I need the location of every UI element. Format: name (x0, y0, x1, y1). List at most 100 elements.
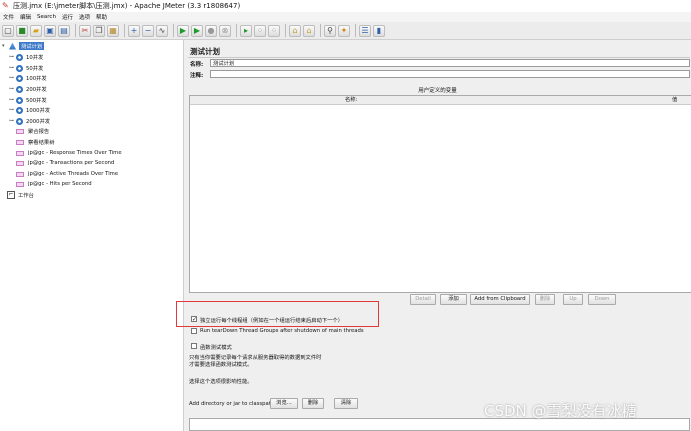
toolbar-separator (173, 24, 174, 37)
menu-help[interactable]: 帮助 (93, 13, 110, 21)
listener-chart-icon (16, 139, 24, 146)
window-title: 压测.jmx (E:\jmeter脚本\压测.jmx) - Apache JMe… (13, 2, 241, 10)
jmeter-feather-icon: ✎ (2, 1, 9, 10)
functional-note-2: 才需要选择函数测试模式。 (189, 362, 253, 368)
toggle-icon[interactable]: ∿ (156, 24, 168, 37)
tree-node-thread-group[interactable]: ⊶ 200并发 (9, 84, 47, 94)
search-icon[interactable]: ⚲ (324, 24, 336, 37)
menu-search[interactable]: Search (34, 14, 59, 20)
delete-button[interactable]: 删除 (535, 294, 555, 305)
name-label: 名称: (190, 62, 204, 68)
test-plan-panel: 测试计划 名称: 测试计划 注释: 用户定义的变量 名称: 值 Detail 添… (184, 40, 691, 431)
start-no-pause-icon[interactable]: ▶ (191, 24, 203, 37)
copy-icon[interactable]: ❐ (93, 24, 105, 37)
menu-run[interactable]: 运行 (59, 13, 76, 21)
thread-group-icon (16, 106, 23, 114)
menu-bar: 文件 编辑 Search 运行 选项 帮助 (0, 12, 691, 22)
tree-node-thread-group[interactable]: ⊶ 2000并发 (9, 116, 50, 126)
up-button[interactable]: Up (563, 294, 583, 305)
toolbar-separator (75, 24, 76, 37)
listener-chart-icon (16, 160, 24, 167)
comment-label: 注释: (190, 73, 204, 79)
function-helper-icon[interactable]: ☰ (359, 24, 371, 37)
tree-node-listener[interactable]: 聚合报告 (16, 126, 49, 136)
menu-edit[interactable]: 编辑 (17, 13, 34, 21)
classpath-delete-button[interactable]: 删除 (302, 398, 324, 409)
variables-table[interactable]: 名称: 值 (189, 95, 691, 293)
classpath-clear-button[interactable]: 清除 (334, 398, 358, 409)
add-from-clipboard-button[interactable]: Add from Clipboard (470, 294, 530, 305)
tree-node-thread-group[interactable]: ⊶ 500并发 (9, 95, 47, 105)
expand-toggle-icon[interactable]: ⊶ (9, 75, 14, 81)
thread-group-icon (16, 74, 23, 82)
teardown-label: Run tearDown Thread Groups after shutdow… (200, 328, 364, 334)
tree-node-thread-group[interactable]: ⊶ 50并发 (9, 63, 43, 73)
functional-mode-label: 函数测试模式 (200, 345, 232, 351)
tree-node-thread-group[interactable]: ⊶ 10并发 (9, 52, 43, 62)
thread-group-icon (16, 53, 23, 61)
menu-file[interactable]: 文件 (0, 13, 17, 21)
help-icon[interactable]: ▮ (373, 24, 385, 37)
remote-start-icon[interactable]: ▸ (240, 24, 252, 37)
expand-icon[interactable]: + (128, 24, 140, 37)
start-icon[interactable]: ▶ (177, 24, 189, 37)
tree-node-thread-group[interactable]: ⊶ 1000并发 (9, 105, 50, 115)
expand-toggle-icon[interactable]: ⊶ (9, 97, 14, 103)
column-header-value[interactable]: 值 (672, 96, 677, 104)
tree-node-workbench[interactable]: ⌐ 工作台 (7, 190, 34, 200)
toolbar-separator (320, 24, 321, 37)
column-header-name[interactable]: 名称: (345, 96, 357, 104)
expand-toggle-icon[interactable]: ⊶ (9, 107, 14, 113)
clear-icon[interactable]: ⌂ (289, 24, 301, 37)
toolbar-separator (124, 24, 125, 37)
cut-icon[interactable]: ✂ (79, 24, 91, 37)
stop-icon[interactable]: ● (205, 24, 217, 37)
add-button[interactable]: 添加 (440, 294, 467, 305)
comment-field[interactable] (210, 70, 690, 78)
functional-note-3: 选择这个选项很影响性能。 (189, 379, 253, 385)
panel-title: 测试计划 (190, 47, 220, 56)
save-icon[interactable]: ▣ (44, 24, 56, 37)
paste-icon[interactable]: ▦ (107, 24, 119, 37)
tree-node-listener[interactable]: jp@gc - Active Threads Over Time (16, 169, 118, 179)
toolbar-separator (236, 24, 237, 37)
tree-node-listener[interactable]: jp@gc - Hits per Second (16, 179, 92, 189)
open-icon[interactable]: ▰ (30, 24, 42, 37)
listener-chart-icon (16, 150, 24, 157)
expand-toggle-icon[interactable]: ⊶ (9, 54, 14, 60)
tree-node-listener[interactable]: 察看结果树 (16, 137, 55, 147)
workbench-icon: ⌐ (7, 191, 15, 199)
reset-search-icon[interactable]: ✦ (338, 24, 350, 37)
tree-node-thread-group[interactable]: ⊶ 100并发 (9, 73, 47, 83)
collapse-toggle-icon[interactable]: ▾ (2, 43, 7, 49)
detail-button[interactable]: Detail (410, 294, 436, 305)
expand-toggle-icon[interactable]: ⊶ (9, 65, 14, 71)
functional-mode-checkbox[interactable] (191, 343, 197, 349)
browse-button[interactable]: 浏览... (270, 398, 298, 409)
expand-toggle-icon[interactable]: ⊶ (9, 118, 14, 124)
expand-toggle-icon[interactable]: ⊶ (9, 86, 14, 92)
new-icon[interactable]: ▢ (2, 24, 14, 37)
highlight-annotation-box (176, 301, 379, 327)
save-as-icon[interactable]: ▤ (58, 24, 70, 37)
shutdown-icon[interactable]: ⊗ (219, 24, 231, 37)
remote-exit-icon[interactable]: ⁘ (268, 24, 280, 37)
clear-all-icon[interactable]: ⌂ (303, 24, 315, 37)
toolbar: ▢ ■ ▰ ▣ ▤ ✂ ❐ ▦ + − ∿ ▶ ▶ ● ⊗ ▸ ⁘ ⁘ ⌂ ⌂ … (0, 22, 691, 40)
user-defined-variables-title: 用户定义的变量 (418, 88, 457, 94)
divider (188, 57, 690, 58)
thread-group-icon (16, 117, 23, 125)
csdn-watermark: CSDN @雪梨没有冰糖 (484, 402, 637, 420)
tree-node-listener[interactable]: jp@gc - Response Times Over Time (16, 148, 122, 158)
thread-group-icon (16, 96, 23, 104)
menu-options[interactable]: 选项 (76, 13, 93, 21)
remote-stop-icon[interactable]: ⁘ (254, 24, 266, 37)
tree-node-test-plan[interactable]: ▾ 测试计划 (2, 41, 45, 51)
name-field[interactable]: 测试计划 (210, 59, 690, 67)
collapse-icon[interactable]: − (142, 24, 154, 37)
templates-icon[interactable]: ■ (16, 24, 28, 37)
tree-node-listener[interactable]: jp@gc - Transactions per Second (16, 158, 114, 168)
thread-group-icon (16, 64, 23, 72)
teardown-checkbox[interactable] (191, 328, 197, 334)
down-button[interactable]: Down (588, 294, 616, 305)
